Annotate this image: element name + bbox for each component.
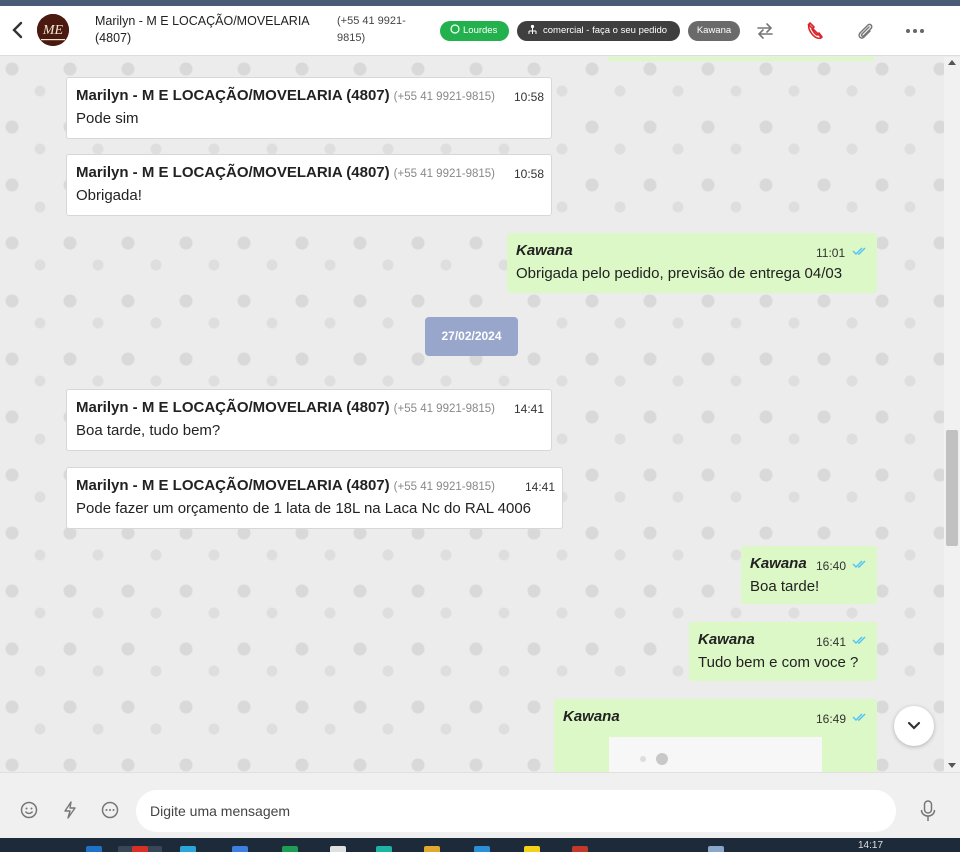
message-text: Obrigada!	[76, 187, 142, 204]
message-incoming[interactable]: Marilyn - M E LOCAÇÃO/MOVELARIA (4807) (+…	[66, 389, 552, 451]
message-text: Pode fazer um orçamento de 1 lata de 18L…	[76, 500, 532, 517]
blurred-image-placeholder	[640, 753, 668, 765]
message-time: 14:41	[525, 480, 556, 494]
sender-phone: (+55 41 9921-9815)	[393, 481, 495, 493]
message-composer	[0, 772, 960, 838]
taskbar-clock: 14:17	[858, 840, 884, 851]
sender-name: Kawana	[750, 555, 807, 572]
taskbar-app-icon[interactable]	[132, 846, 148, 852]
sender-name: Marilyn - M E LOCAÇÃO/MOVELARIA (4807)	[76, 164, 390, 181]
contact-name: Marilyn - M E LOCAÇÃO/MOVELARIA (4807)	[95, 14, 309, 45]
tag-lourdes-label: Lourdes	[463, 25, 498, 36]
quick-reply-lightning-icon[interactable]	[60, 800, 80, 820]
message-incoming[interactable]: Marilyn - M E LOCAÇÃO/MOVELARIA (4807) (+…	[66, 154, 552, 216]
chat-header: ME Marilyn - M E LOCAÇÃO/MOVELARIA (4807…	[0, 6, 960, 56]
read-ticks-icon	[852, 636, 866, 644]
message-incoming[interactable]: Marilyn - M E LOCAÇÃO/MOVELARIA (4807) (+…	[66, 467, 563, 529]
read-ticks-icon	[852, 560, 866, 568]
sender-phone: (+55 41 9921-9815)	[393, 168, 495, 180]
os-taskbar: 14:17	[0, 838, 960, 852]
message-time: 11:01	[816, 246, 846, 260]
message-sender: Marilyn - M E LOCAÇÃO/MOVELARIA (4807) (+…	[76, 399, 495, 416]
message-time: 16:49	[816, 712, 847, 726]
message-text: Pode sim	[76, 110, 139, 127]
message-outgoing[interactable]: Kawana 11:01 Obrigada pelo pedido, previ…	[507, 233, 877, 293]
more-options-icon[interactable]	[904, 20, 926, 42]
avatar-monogram: ME	[42, 23, 64, 38]
taskbar-app-icon[interactable]	[330, 846, 346, 852]
avatar-logo: ME	[37, 14, 69, 46]
transfer-icon[interactable]	[754, 20, 776, 42]
attachment-icon[interactable]	[854, 20, 876, 42]
department-icon	[528, 24, 537, 34]
scrollbar-thumb[interactable]	[946, 430, 958, 546]
scroll-up-arrow-icon[interactable]	[948, 60, 956, 65]
message-sender: Marilyn - M E LOCAÇÃO/MOVELARIA (4807) (+…	[76, 164, 495, 181]
emoji-icon[interactable]	[19, 800, 39, 820]
sender-name: Kawana	[698, 631, 755, 648]
contact-avatar[interactable]: ME	[37, 14, 69, 46]
message-time: 14:41	[514, 402, 545, 416]
message-text: Obrigada pelo pedido, previsão de entreg…	[516, 265, 843, 282]
end-call-icon[interactable]	[804, 20, 826, 42]
message-time: 10:58	[514, 90, 545, 104]
taskbar-app-icon[interactable]	[282, 846, 298, 852]
back-arrow-icon[interactable]	[10, 20, 26, 40]
scroll-to-bottom-button[interactable]	[894, 706, 934, 746]
sender-name: Marilyn - M E LOCAÇÃO/MOVELARIA (4807)	[76, 477, 390, 494]
taskbar-app-icon[interactable]	[524, 846, 540, 852]
message-input[interactable]	[136, 790, 896, 832]
sender-phone: (+55 41 9921-9815)	[393, 91, 495, 103]
sender-phone: (+55 41 9921-9815)	[393, 403, 495, 415]
sender-name: Kawana	[563, 708, 620, 725]
message-outgoing[interactable]: Kawana 16:41 Tudo bem e com voce ?	[689, 622, 877, 681]
chat-bubble-options-icon[interactable]	[100, 800, 120, 820]
tag-agent[interactable]: Kawana	[688, 21, 740, 41]
taskbar-app-icon[interactable]	[474, 846, 490, 852]
taskbar-app-icon[interactable]	[572, 846, 588, 852]
contact-phone: (+55 41 9921-9815)	[337, 15, 406, 44]
message-incoming[interactable]: Marilyn - M E LOCAÇÃO/MOVELARIA (4807) (+…	[66, 77, 552, 139]
read-ticks-icon	[852, 247, 866, 255]
taskbar-app-icon[interactable]	[708, 846, 724, 852]
taskbar-app-icon[interactable]	[424, 846, 440, 852]
taskbar-app-icon[interactable]	[376, 846, 392, 852]
whatsapp-icon	[450, 24, 460, 34]
microphone-icon[interactable]	[918, 799, 938, 823]
message-outgoing[interactable]: Kawana 16:40 Boa tarde!	[741, 546, 877, 604]
date-separator: 27/02/2024	[425, 317, 518, 356]
sender-name: Marilyn - M E LOCAÇÃO/MOVELARIA (4807)	[76, 87, 390, 104]
message-text: Boa tarde!	[750, 578, 820, 595]
message-sender: Marilyn - M E LOCAÇÃO/MOVELARIA (4807) (+…	[76, 87, 495, 104]
sender-name: Kawana	[516, 242, 573, 259]
chevron-down-icon	[907, 721, 921, 730]
chat-area[interactable]: Marilyn - M E LOCAÇÃO/MOVELARIA (4807) (+…	[0, 57, 944, 772]
scroll-down-arrow-icon[interactable]	[948, 763, 956, 768]
previous-message-edge	[607, 57, 875, 61]
message-outgoing-image[interactable]: Kawana 16:49	[554, 699, 877, 772]
tag-department[interactable]: comercial - faça o seu pedido	[517, 21, 680, 41]
message-sender: Marilyn - M E LOCAÇÃO/MOVELARIA (4807) (+…	[76, 477, 495, 494]
image-attachment-preview[interactable]	[609, 737, 822, 772]
taskbar-app-icon[interactable]	[180, 846, 196, 852]
tag-lourdes[interactable]: Lourdes	[440, 21, 509, 41]
taskbar-app-icon[interactable]	[232, 846, 248, 852]
taskbar-app-icon[interactable]	[86, 846, 102, 852]
message-time: 10:58	[514, 167, 545, 181]
sender-name: Marilyn - M E LOCAÇÃO/MOVELARIA (4807)	[76, 399, 390, 416]
tag-department-label: comercial - faça o seu pedido	[543, 25, 668, 36]
message-time: 16:41	[816, 635, 847, 649]
message-text: Tudo bem e com voce ?	[698, 654, 859, 671]
chat-scrollbar[interactable]	[944, 57, 960, 772]
message-text: Boa tarde, tudo bem?	[76, 422, 221, 439]
read-ticks-icon	[852, 713, 866, 721]
message-time: 16:40	[816, 559, 847, 573]
